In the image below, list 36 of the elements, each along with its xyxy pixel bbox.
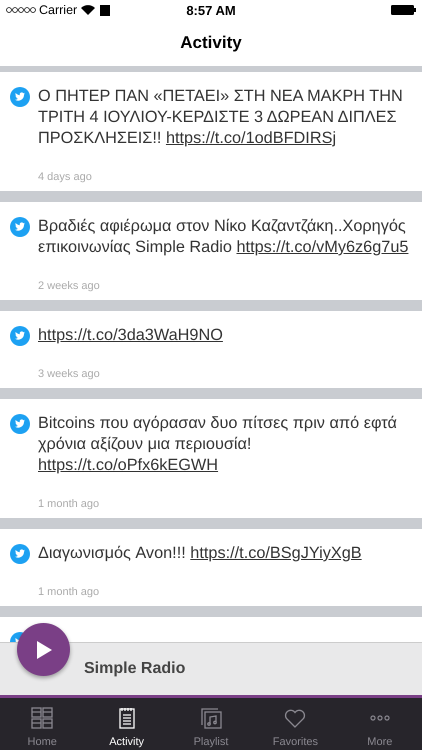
tweet-time: 1 month ago (38, 498, 100, 510)
play-button[interactable] (17, 623, 70, 676)
carrier-name: Carrier (39, 3, 78, 17)
tweet-time: 4 days ago (38, 171, 93, 183)
tweet-time: 2 weeks ago (38, 280, 101, 292)
music-note-icon (199, 706, 224, 730)
twitter-bird-icon (10, 544, 30, 564)
status-time: 8:57 AM (186, 2, 236, 18)
tweet-link[interactable]: https://t.co/oPfx6kEGWH (38, 456, 218, 474)
more-icon (370, 715, 390, 721)
twitter-bird-icon (10, 87, 30, 107)
tweet-link[interactable]: https://t.co/vMy6z6g7u5 (236, 238, 408, 256)
tab[interactable]: Favorites (253, 698, 338, 750)
tab[interactable]: Activity (84, 698, 169, 750)
tweet-text: Διαγωνισμός Avon!!! https://t.co/BSgJYiyXgB (38, 543, 363, 564)
signal-icon (6, 7, 36, 13)
wifi-icon (81, 5, 96, 15)
tab[interactable]: More (338, 698, 422, 750)
tweet-text: Ο ΠΗΤΕΡ ΠΑΝ «ΠΕΤΑΕΙ» ΣΤΗ ΝΕΑ ΜΑΚΡΗ ΤΗΝ ΤΡΙΤΗ 4 ΙΟΥΛΙΟΥ-ΚΕΡΔΙΣΤΕ 3 ΔΩΡΕΑΝ ΔΙΠΛΕΣ ΠΡΟΣΚΛΗΣΕΙΣ!! https://t.co/1odBFDIRSj (38, 86, 404, 149)
tab[interactable]: Playlist (168, 698, 254, 750)
twitter-bird-icon (10, 414, 30, 434)
page-title: Activity (180, 33, 242, 53)
tweet-text: Bitcoins που αγόρασαν δυο πίτσες πριν από εφτά χρόνια αξίζουν μια περιουσία! https://t.co/oPfx6kEGWH (38, 413, 398, 476)
tweet-time: 1 month ago (38, 586, 100, 598)
tab[interactable]: Home (0, 698, 84, 750)
grid-icon (30, 706, 54, 730)
tweet-link[interactable]: https://t.co/3da3WaH9NO (38, 326, 223, 344)
tweet-text: Βραδιές αφιέρωμα στον Νίκο Καζαντζάκη..Χορηγός επικοινωνίας Simple Radio https://t.co/vMy6z6g7u5 (38, 216, 410, 258)
play-icon (34, 640, 52, 660)
twitter-bird-icon (10, 217, 30, 237)
battery-icon (391, 5, 416, 15)
twitter-bird-icon (10, 326, 30, 346)
tweet-link[interactable]: https://t.co/1odBFDIRSj (166, 129, 336, 147)
tweet-link[interactable]: https://t.co/BSgJYiyXgB (190, 544, 362, 562)
tweet-time: 3 weeks ago (38, 368, 101, 380)
station-name: Simple Radio (84, 660, 186, 678)
